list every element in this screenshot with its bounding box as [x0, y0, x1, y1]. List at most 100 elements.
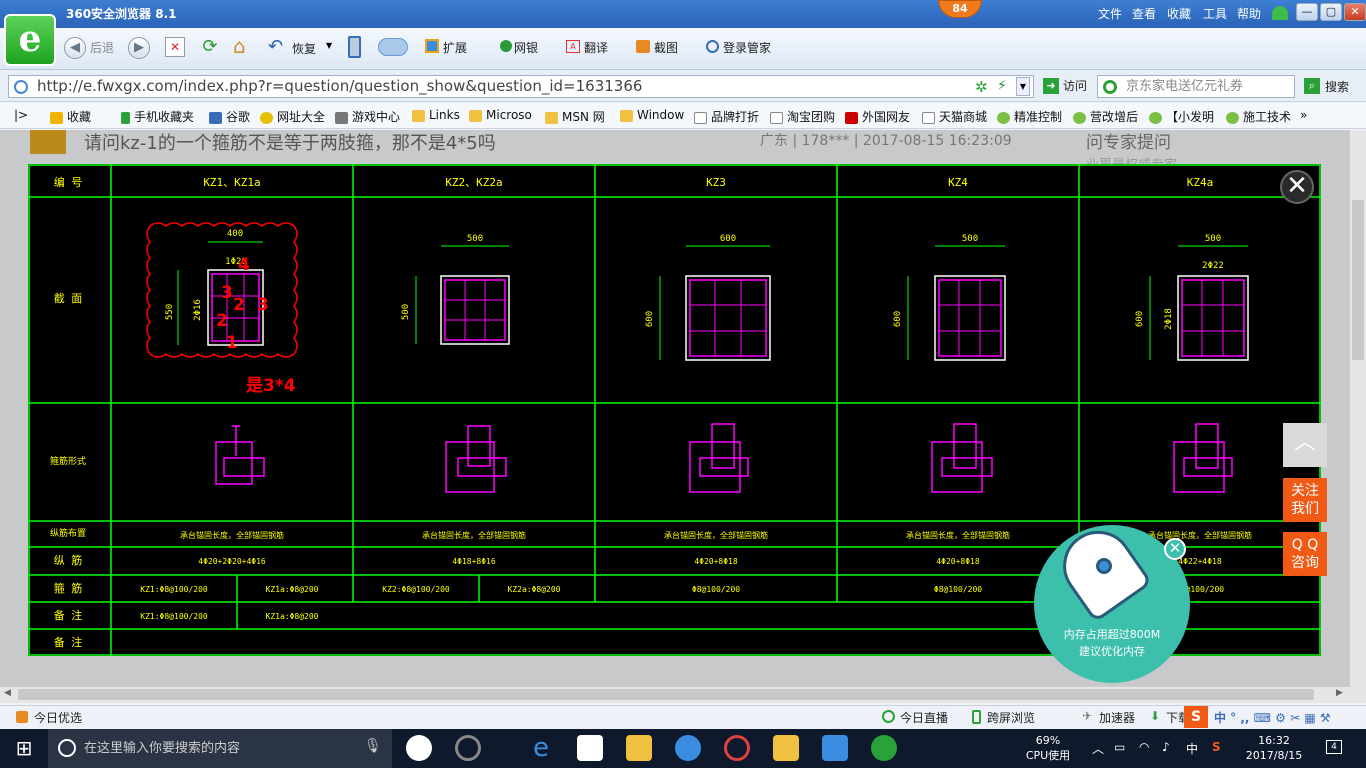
undo-restore-icon[interactable]: ↶ — [268, 36, 283, 57]
login-manager-button[interactable]: 登录管家 — [723, 37, 771, 59]
cross-screen-link[interactable]: 跨屏浏览 — [987, 709, 1035, 726]
back-button-label[interactable]: 后退 — [90, 37, 114, 59]
netbank-button[interactable]: 网银 — [514, 37, 538, 59]
clock[interactable]: 16:32 2017/8/15 — [1244, 733, 1304, 763]
ime-toolbar-icon[interactable]: 中 ° ,, ⌨ ⚙ ✂ ▦ ⚒ — [1214, 709, 1331, 726]
skin-shirt-icon[interactable] — [1272, 6, 1288, 20]
translate-icon[interactable]: A — [566, 40, 580, 53]
phone-icon[interactable] — [348, 36, 361, 58]
glodon-app-icon[interactable] — [675, 735, 701, 761]
translate-button[interactable]: 翻译 — [584, 37, 608, 59]
screenshot-icon[interactable] — [636, 40, 650, 53]
favbar-toggle-icon[interactable]: |> — [14, 108, 28, 122]
cortana-icon[interactable] — [58, 739, 76, 757]
back-to-top-button[interactable]: ︿ — [1283, 423, 1327, 467]
ime-indicator[interactable]: 中 — [1186, 740, 1198, 757]
taskbar-search-input[interactable]: 在这里输入你要搜索的内容 — [48, 729, 392, 768]
stirrup-spec-2: KZ1a:Φ8@200 — [266, 612, 319, 621]
browser-logo-icon[interactable]: e — [4, 14, 56, 66]
minimize-button[interactable]: — — [1296, 3, 1318, 21]
extend-button[interactable]: 扩展 — [443, 37, 467, 59]
home-icon[interactable]: ⌂ — [233, 35, 255, 57]
today-live-link[interactable]: 今日直播 — [900, 709, 948, 726]
close-overlay-button[interactable]: ✕ — [1280, 170, 1314, 204]
lightning-icon[interactable]: ⚡ — [997, 78, 1007, 94]
notes-app-icon[interactable] — [773, 735, 799, 761]
fav-item[interactable]: 网址大全 — [260, 108, 325, 125]
follow-us-button[interactable]: 关注 我们 — [1283, 478, 1327, 522]
tray-up-icon[interactable]: ︿ — [1092, 740, 1104, 757]
sogou-ime-icon[interactable]: S — [1184, 706, 1208, 728]
fav-item[interactable]: Microso — [469, 108, 532, 122]
fav-item[interactable]: 天猫商城 — [922, 108, 987, 125]
login-manager-icon[interactable] — [706, 40, 719, 53]
pinwheel-app-icon[interactable] — [406, 735, 432, 761]
fav-item[interactable]: 手机收藏夹 — [121, 108, 194, 125]
menu-file[interactable]: 文件 — [1098, 5, 1122, 22]
menu-tools[interactable]: 工具 — [1203, 5, 1227, 22]
fav-item[interactable]: 谷歌 — [209, 108, 250, 125]
browser-360-taskbar-icon[interactable] — [871, 735, 897, 761]
fav-item[interactable]: MSN 网 — [545, 108, 605, 125]
notification-center-icon[interactable]: 4 — [1326, 740, 1342, 754]
store-icon[interactable] — [577, 735, 603, 761]
windows-start-icon[interactable]: ⊞ — [0, 729, 48, 768]
fav-item[interactable]: Links — [412, 108, 460, 122]
fav-item[interactable]: 品牌打折 — [694, 108, 759, 125]
menu-favorites[interactable]: 收藏 — [1167, 5, 1191, 22]
secure-spin-icon[interactable]: ✲ — [975, 78, 988, 96]
screenshot-button[interactable]: 截图 — [654, 37, 678, 59]
fav-item[interactable]: 施工技术 — [1226, 108, 1291, 125]
horizontal-scroll-thumb[interactable] — [18, 689, 1314, 700]
url-input[interactable]: http://e.fwxgx.com/index.php?r=question/… — [8, 75, 1034, 98]
scroll-left-icon[interactable]: ◀ — [4, 688, 11, 698]
go-arrow-icon[interactable]: ➜ — [1043, 78, 1059, 94]
file-explorer-icon[interactable] — [626, 735, 652, 761]
wifi-icon[interactable]: ◠ — [1139, 740, 1149, 754]
vertical-scroll-thumb[interactable] — [1352, 200, 1364, 360]
cloud-icon[interactable] — [378, 38, 408, 56]
fav-item[interactable]: 【小发明 — [1149, 108, 1214, 125]
cad-row-label: 箍筋形式 — [50, 455, 86, 467]
menu-view[interactable]: 查看 — [1132, 5, 1156, 22]
search-button[interactable]: 搜索 — [1325, 78, 1349, 95]
search-input[interactable]: 京东家电送亿元礼券 — [1097, 75, 1295, 98]
fav-item[interactable]: 外国网友 — [845, 108, 910, 125]
refresh-icon[interactable]: ⟳ — [200, 37, 220, 57]
menu-help[interactable]: 帮助 — [1237, 5, 1261, 22]
volume-icon[interactable]: ♪ — [1162, 740, 1170, 754]
go-button[interactable]: 访问 — [1063, 77, 1087, 94]
fav-item[interactable]: 收藏 — [50, 108, 91, 125]
edge-browser-icon[interactable]: e — [528, 735, 554, 761]
red-app-icon[interactable] — [724, 735, 750, 761]
fav-item[interactable]: 游戏中心 — [335, 108, 400, 125]
microphone-icon[interactable]: 🎙 — [364, 738, 382, 754]
restore-button[interactable]: 恢复 — [292, 38, 316, 60]
spiral-app-icon[interactable] — [455, 735, 481, 761]
close-popup-button[interactable]: ✕ — [1164, 538, 1186, 560]
forward-arrow-icon[interactable]: ▶ — [128, 37, 150, 59]
today-picks-link[interactable]: 今日优选 — [34, 709, 82, 726]
sogou-tray-icon[interactable]: S — [1212, 740, 1221, 754]
maximize-button[interactable]: ▢ — [1320, 3, 1342, 21]
search-engine-icon[interactable] — [1103, 80, 1117, 94]
fav-item[interactable]: 精准控制 — [997, 108, 1062, 125]
search-icon[interactable]: ⌕ — [1304, 78, 1320, 94]
fav-item[interactable]: 淘宝团购 — [770, 108, 835, 125]
blue-plus-app-icon[interactable] — [822, 735, 848, 761]
close-window-button[interactable]: ✕ — [1344, 3, 1366, 21]
back-arrow-icon[interactable]: ◀ — [64, 37, 86, 59]
more-favorites-icon[interactable]: » — [1300, 108, 1307, 122]
fav-item[interactable]: Window — [620, 108, 684, 122]
netbank-icon[interactable] — [500, 40, 512, 52]
ie-mode-icon[interactable] — [14, 80, 28, 94]
scroll-right-icon[interactable]: ▶ — [1336, 688, 1343, 698]
url-dropdown-icon[interactable]: ▼ — [1016, 77, 1030, 96]
extend-icon[interactable] — [425, 39, 439, 53]
chevron-down-icon[interactable]: ▼ — [326, 41, 332, 50]
fav-item[interactable]: 营改增后 — [1073, 108, 1138, 125]
stop-icon[interactable]: ✕ — [165, 37, 185, 57]
accelerator-link[interactable]: 加速器 — [1099, 709, 1135, 726]
qq-consult-button[interactable]: Q Q 咨询 — [1283, 532, 1327, 576]
network-icon[interactable]: ▭ — [1114, 740, 1125, 754]
